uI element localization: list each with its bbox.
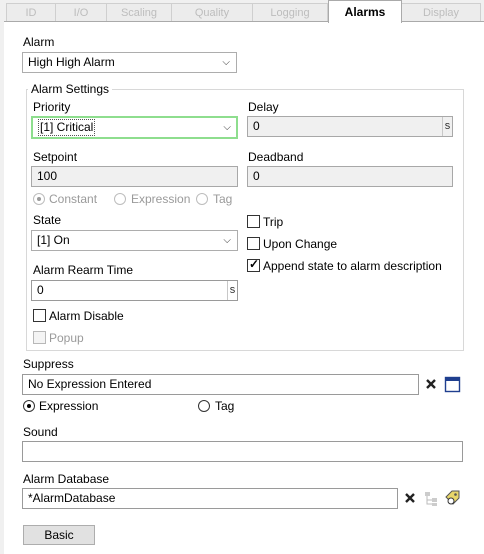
tree-icon: [425, 492, 437, 506]
window-icon: [444, 376, 461, 393]
deadband-field[interactable]: 0: [247, 166, 453, 187]
alarm-disable-label: Alarm Disable: [49, 309, 124, 323]
delay-value: 0: [253, 119, 260, 133]
rearm-time-label: Alarm Rearm Time: [33, 263, 134, 277]
append-state-label: Append state to alarm description: [263, 259, 442, 273]
popup-label: Popup: [49, 331, 84, 345]
sound-field[interactable]: [22, 441, 463, 462]
priority-select-value: [1] Critical: [38, 119, 96, 136]
delay-field[interactable]: 0 s: [247, 116, 453, 137]
basic-button[interactable]: Basic: [23, 525, 95, 545]
tag-icon: [445, 490, 460, 505]
suppress-expression-label: Expression: [39, 399, 99, 413]
radio-expression[interactable]: [114, 193, 126, 205]
rearm-time-value: 0: [37, 283, 44, 297]
radio-constant-label: Constant: [49, 192, 98, 206]
tab-logging[interactable]: Logging: [252, 3, 328, 21]
edit-expression-button[interactable]: [444, 376, 461, 393]
setpoint-label: Setpoint: [33, 150, 78, 164]
deadband-label: Deadband: [248, 150, 304, 164]
state-select-value: [1] On: [37, 233, 70, 247]
upon-change-label: Upon Change: [263, 237, 338, 251]
radio-tag[interactable]: [196, 193, 208, 205]
alarm-select[interactable]: High High Alarm ⌵: [22, 52, 237, 73]
delay-label: Delay: [248, 100, 279, 114]
chevron-down-icon: ⌵: [223, 235, 231, 246]
close-icon: [426, 379, 436, 389]
radio-constant[interactable]: [33, 193, 45, 205]
trip-checkbox[interactable]: [247, 215, 260, 228]
priority-select[interactable]: [1] Critical ⌵: [31, 116, 238, 139]
suppress-tag-radio[interactable]: [198, 400, 210, 412]
priority-label: Priority: [33, 100, 71, 114]
alarm-select-value: High High Alarm: [28, 55, 115, 69]
trip-label: Trip: [263, 215, 284, 229]
chevron-down-icon: ⌵: [223, 122, 231, 133]
checkmark-icon: ✓: [249, 257, 260, 271]
tab-id[interactable]: ID: [6, 3, 56, 21]
radio-expression-label: Expression: [131, 192, 191, 206]
tab-io[interactable]: I/O: [55, 3, 107, 21]
setpoint-field[interactable]: 100: [31, 166, 238, 187]
browse-database-button[interactable]: [423, 490, 440, 507]
clear-suppress-button[interactable]: [423, 376, 440, 393]
close-icon: [405, 493, 415, 503]
tab-quality[interactable]: Quality: [171, 3, 253, 21]
suppress-label: Suppress: [23, 357, 74, 371]
alarm-label: Alarm: [23, 35, 55, 49]
upon-change-checkbox[interactable]: [247, 237, 260, 250]
suppress-expression-radio[interactable]: [23, 400, 35, 412]
rearm-time-field[interactable]: 0 s: [31, 280, 238, 301]
suppress-field[interactable]: No Expression Entered: [22, 374, 419, 395]
radio-tag-label: Tag: [213, 192, 233, 206]
tab-scaling[interactable]: Scaling: [106, 3, 172, 21]
alarm-settings-title: Alarm Settings: [28, 82, 113, 96]
delay-unit: s: [442, 117, 452, 136]
alarm-database-field[interactable]: *AlarmDatabase: [22, 488, 398, 509]
append-state-checkbox[interactable]: ✓: [247, 257, 260, 272]
suppress-tag-label: Tag: [215, 399, 235, 413]
sound-label: Sound: [23, 425, 58, 439]
chevron-down-icon: ⌵: [222, 57, 230, 68]
state-select[interactable]: [1] On ⌵: [31, 230, 238, 251]
popup-checkbox[interactable]: [33, 331, 46, 344]
rearm-time-unit: s: [227, 281, 237, 300]
tab-alarms[interactable]: Alarms: [328, 0, 402, 23]
clear-database-button[interactable]: [402, 490, 419, 507]
state-label: State: [33, 213, 62, 227]
tag-browse-button[interactable]: [444, 490, 461, 507]
alarm-disable-checkbox[interactable]: [33, 309, 46, 322]
tab-strip: ID I/O Scaling Quality Logging Alarms Di…: [0, 0, 484, 23]
tab-display[interactable]: Display: [401, 3, 481, 21]
alarm-database-label: Alarm Database: [23, 472, 110, 486]
